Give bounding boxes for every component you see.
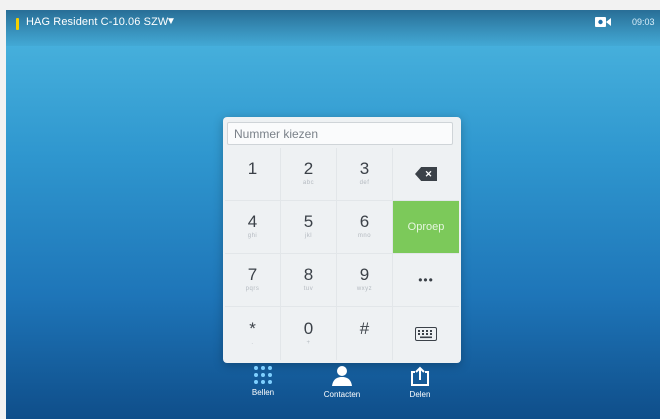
key-digit: 2 <box>303 159 314 178</box>
clock: 09:03 <box>632 17 655 27</box>
key-digit: * <box>249 318 256 338</box>
keypad: 1 2 abc 3 def ✕ 4 ghi 5 jkl 6 mno Oproep 7 pqr… <box>225 148 459 361</box>
key-digit: 0 <box>303 318 314 338</box>
tab-label: Contacten <box>323 390 361 399</box>
person-icon <box>332 366 352 386</box>
key-digit: 6 <box>359 212 370 231</box>
device-name[interactable]: HAG Resident C-10.06 SZW <box>26 16 168 28</box>
dialpad-icon <box>254 366 272 384</box>
key-5[interactable]: 5 jkl <box>281 201 337 254</box>
key-hash[interactable]: # <box>337 307 393 360</box>
key-digit: 5 <box>303 212 314 231</box>
number-input[interactable] <box>227 122 453 145</box>
tab-label: Bellen <box>251 388 275 397</box>
key-letters: jkl <box>304 233 313 239</box>
key-letters: ghi <box>247 233 258 239</box>
key-letters: wxyz <box>356 286 373 292</box>
key-digit: 4 <box>247 212 258 231</box>
key-4[interactable]: 4 ghi <box>225 201 281 254</box>
status-indicator <box>16 18 19 30</box>
bottom-navigation: Bellen Contacten Delen <box>6 365 660 419</box>
touch-screen: HAG Resident C-10.06 SZW ▼ 09:03 1 2 abc … <box>6 10 660 419</box>
key-6[interactable]: 6 mno <box>337 201 393 254</box>
tab-bellen[interactable]: Bellen <box>233 365 293 397</box>
dialpad-panel: 1 2 abc 3 def ✕ 4 ghi 5 jkl 6 mno Oproep 7 pqr… <box>223 117 461 363</box>
key-letters: pqrs <box>245 286 260 292</box>
key-3[interactable]: 3 def <box>337 148 393 201</box>
key-letters: def <box>359 180 370 186</box>
key-letters: . <box>251 339 254 346</box>
key-digit: 7 <box>247 265 258 284</box>
key-1[interactable]: 1 <box>225 148 281 201</box>
key-digit: # <box>359 318 370 338</box>
status-bar: HAG Resident C-10.06 SZW ▼ 09:03 <box>6 10 660 46</box>
key-9[interactable]: 9 wxyz <box>337 254 393 307</box>
key-8[interactable]: 8 tuv <box>281 254 337 307</box>
more-options-button[interactable]: ••• <box>393 254 459 307</box>
key-letters: mno <box>357 233 372 239</box>
device-menu-caret-icon[interactable]: ▼ <box>166 16 176 27</box>
key-letters: tuv <box>303 286 314 292</box>
backspace-glyph: ✕ <box>424 168 433 179</box>
key-digit: 8 <box>303 265 314 284</box>
keyboard-button[interactable] <box>393 307 459 360</box>
key-digit: 9 <box>359 265 370 284</box>
backspace-icon: ✕ <box>415 167 437 181</box>
key-digit: 1 <box>247 159 258 178</box>
key-star[interactable]: *. <box>225 307 281 360</box>
tab-label: Delen <box>409 390 431 399</box>
key-7[interactable]: 7 pqrs <box>225 254 281 307</box>
key-2[interactable]: 2 abc <box>281 148 337 201</box>
keyboard-icon <box>415 326 437 341</box>
call-button[interactable]: Oproep <box>393 201 459 254</box>
backspace-button[interactable]: ✕ <box>393 148 459 201</box>
video-camera-icon[interactable] <box>594 15 612 29</box>
key-digit: 3 <box>359 159 370 178</box>
key-letters: + <box>306 339 311 346</box>
tab-contacten[interactable]: Contacten <box>312 365 372 399</box>
share-icon <box>411 366 429 386</box>
tab-delen[interactable]: Delen <box>390 365 450 399</box>
key-letters: abc <box>302 180 315 186</box>
key-0[interactable]: 0 + <box>281 307 337 360</box>
